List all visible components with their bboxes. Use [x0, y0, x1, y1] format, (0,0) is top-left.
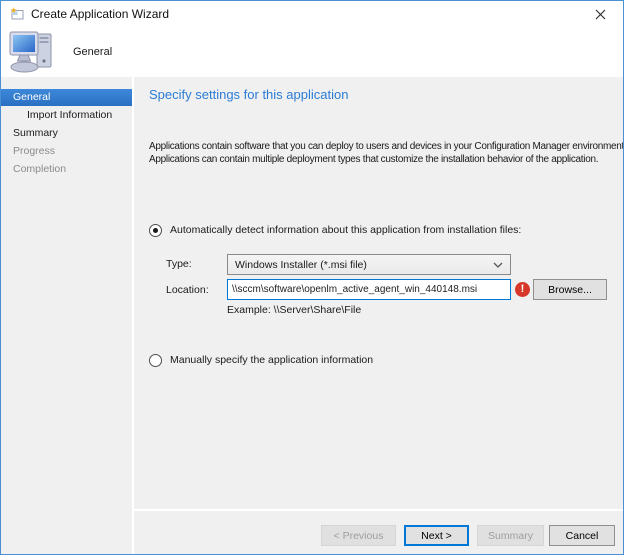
description-line-2: Applications can contain multiple deploy…: [149, 153, 624, 166]
footer-separator: [134, 509, 623, 511]
type-dropdown[interactable]: Windows Installer (*.msi file): [227, 254, 511, 275]
location-input[interactable]: [227, 279, 511, 300]
window-title: Create Application Wizard: [31, 1, 169, 27]
sidebar-item-general[interactable]: General: [1, 89, 132, 106]
sidebar-item-import-information[interactable]: Import Information: [1, 107, 132, 124]
create-application-wizard-window: Create Application Wizard: [0, 0, 624, 555]
page-heading: Specify settings for this application: [149, 87, 348, 102]
description-line-1: Applications contain software that you c…: [149, 140, 624, 153]
location-example-text: Example: \\Server\Share\File: [227, 304, 361, 316]
location-label: Location:: [166, 284, 209, 296]
wizard-page-title: General: [73, 27, 112, 77]
summary-button: Summary: [477, 525, 544, 546]
sidebar-item-summary[interactable]: Summary: [1, 125, 132, 142]
chevron-down-icon: [493, 262, 503, 268]
auto-detect-radio-row: Automatically detect information about t…: [149, 222, 521, 238]
wizard-window-icon: [10, 7, 24, 20]
manual-radio-label[interactable]: Manually specify the application informa…: [170, 354, 373, 366]
description-text: Applications contain software that you c…: [149, 140, 624, 166]
computer-icon: [8, 30, 56, 74]
type-dropdown-value: Windows Installer (*.msi file): [235, 259, 493, 271]
auto-detect-radio-label[interactable]: Automatically detect information about t…: [170, 224, 521, 236]
sidebar-item-progress: Progress: [1, 143, 132, 160]
auto-detect-radio[interactable]: [149, 224, 162, 237]
sidebar-item-completion: Completion: [1, 161, 132, 178]
browse-button[interactable]: Browse...: [533, 279, 607, 300]
title-bar: Create Application Wizard: [1, 1, 623, 27]
cancel-button[interactable]: Cancel: [549, 525, 615, 546]
close-icon: [595, 9, 606, 20]
manual-radio[interactable]: [149, 354, 162, 367]
wizard-header: General: [1, 27, 623, 77]
manual-radio-row: Manually specify the application informa…: [149, 352, 373, 368]
close-button[interactable]: [578, 1, 623, 27]
previous-button: < Previous: [321, 525, 396, 546]
next-button[interactable]: Next >: [404, 525, 469, 546]
sidebar-separator: [132, 77, 134, 554]
validation-error-icon: [515, 282, 530, 297]
wizard-steps-sidebar: General Import Information Summary Progr…: [1, 77, 132, 554]
type-label: Type:: [166, 258, 192, 270]
